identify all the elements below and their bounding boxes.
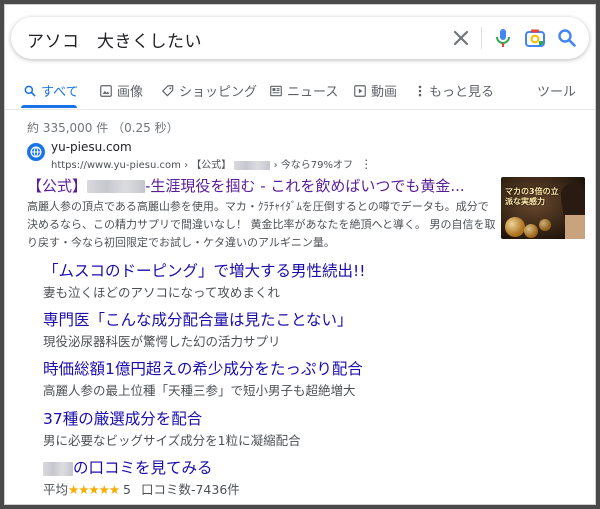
sitelink-desc: 高麗人参の最上位種「天種三参」で短小男子も超絶増大 bbox=[43, 383, 356, 398]
sitelink: 「ムスコのドーピング」で増大する男性続出!! 妻も泣くほどのアソコになって攻めま… bbox=[43, 259, 365, 301]
tab-label: ツール bbox=[537, 85, 577, 100]
news-icon bbox=[270, 85, 282, 96]
rating-label: 平均 bbox=[43, 482, 69, 497]
title-suffix: -生涯現役を掴む - これを飲めばいつでも黄金... bbox=[145, 177, 465, 195]
sitelink-title[interactable]: 専門医「こんな成分配合量は見たことない」 bbox=[43, 308, 353, 330]
tab-label: 画像 bbox=[117, 85, 144, 100]
tab-tools[interactable]: ツール bbox=[537, 81, 576, 100]
sitelink: 時価総額1億円超えの希少成分をたっぷり配合 高麗人参の最上位種「天種三参」で短小… bbox=[43, 357, 363, 399]
review-link[interactable]: の口コミを見てみる bbox=[43, 456, 240, 478]
ad-thumbnail[interactable]: マカの3倍の立派な実感力 bbox=[501, 177, 585, 239]
rating-value: 5 bbox=[123, 482, 131, 497]
tab-shopping[interactable]: ショッピング bbox=[161, 81, 257, 100]
review-count: 口コミ数-7436件 bbox=[140, 482, 240, 497]
sitelink-title[interactable]: 「ムスコのドーピング」で増大する男性続出!! bbox=[43, 259, 365, 281]
more-options-icon[interactable]: ⋮ bbox=[360, 157, 372, 171]
sitelink-title[interactable]: 37種の厳選成分を配合 bbox=[43, 407, 301, 429]
search-icon bbox=[24, 85, 36, 96]
rating-row: 平均★★★★★ 5 口コミ数-7436件 bbox=[43, 479, 240, 498]
tab-label: ショッピング bbox=[179, 85, 258, 100]
offer-text: 今なら79%オフ bbox=[280, 160, 354, 171]
breadcrumb-separator: › bbox=[273, 160, 278, 171]
active-tab-indicator bbox=[21, 105, 77, 108]
sitelink-desc: 妻も泣くほどのアソコになって攻めまくれ bbox=[43, 285, 280, 300]
image-icon bbox=[100, 84, 112, 97]
search-input[interactable]: アソコ 大きくしたい bbox=[27, 27, 202, 52]
tab-news[interactable]: ニュース bbox=[269, 81, 338, 100]
play-icon bbox=[354, 84, 366, 97]
ad-description: 高麗人参の頂点である高麗山参を使用。マカ・ｸﾗﾁｬｲﾀﾞﾑを圧倒するとの噂でデー… bbox=[27, 200, 496, 249]
browser-page: アソコ 大きくしたい すべて 画像 ショッピング ニュース 動画 もっと見る ツ… bbox=[4, 4, 596, 505]
search-icon[interactable] bbox=[555, 26, 579, 50]
sitelink-desc: 男に必要なビッグサイズ成分を1粒に凝縮配合 bbox=[43, 433, 301, 448]
tab-all[interactable]: すべて bbox=[23, 81, 79, 100]
result-stats: 約 335,000 件 （0.25 秒） bbox=[27, 121, 179, 135]
microphone-icon[interactable] bbox=[491, 26, 515, 50]
tab-more[interactable]: もっと見る bbox=[415, 81, 494, 100]
search-tabs: すべて 画像 ショッピング ニュース 動画 もっと見る ツール bbox=[5, 75, 595, 110]
breadcrumb-separator: › bbox=[184, 160, 189, 171]
tab-videos[interactable]: 動画 bbox=[353, 81, 397, 100]
divider bbox=[481, 27, 482, 49]
url-text: https://www.yu-piesu.com bbox=[51, 160, 181, 171]
ad-url: https://www.yu-piesu.com › 【公式】 › 今なら79%… bbox=[51, 156, 372, 171]
blurred-brand bbox=[234, 160, 271, 170]
more-vert-icon bbox=[418, 85, 422, 96]
tab-images[interactable]: 画像 bbox=[99, 81, 143, 100]
title-prefix: 【公式】 bbox=[27, 177, 88, 195]
breadcrumb-official: 【公式】 bbox=[191, 160, 232, 171]
tab-label: すべて bbox=[41, 85, 79, 100]
tab-label: ニュース bbox=[287, 85, 339, 100]
star-rating-icon: ★★★★★ bbox=[68, 482, 120, 497]
tab-label: もっと見る bbox=[429, 85, 495, 100]
globe-icon bbox=[27, 143, 45, 161]
blurred-brand bbox=[43, 461, 73, 476]
tab-label: 動画 bbox=[371, 85, 398, 100]
clear-icon[interactable] bbox=[449, 26, 473, 50]
camera-search-icon[interactable] bbox=[523, 26, 547, 50]
sitelink-title[interactable]: 時価総額1億円超えの希少成分をたっぷり配合 bbox=[43, 357, 363, 379]
sitelink: 専門医「こんな成分配合量は見たことない」 現役泌尿器科医が驚愕した幻の活力サプリ bbox=[43, 308, 353, 350]
blurred-brand bbox=[87, 180, 146, 193]
sitelink-desc: 現役泌尿器科医が驚愕した幻の活力サプリ bbox=[43, 334, 281, 349]
tag-icon bbox=[161, 84, 174, 96]
review-link-label: の口コミを見てみる bbox=[73, 459, 213, 477]
sitelink: 37種の厳選成分を配合 男に必要なビッグサイズ成分を1粒に凝縮配合 bbox=[43, 407, 301, 449]
thumbnail-caption: マカの3倍の立派な実感力 bbox=[505, 187, 559, 206]
search-box[interactable]: アソコ 大きくしたい bbox=[11, 17, 589, 59]
ad-title-link[interactable]: 【公式】 -生涯現役を掴む - これを飲めばいつでも黄金... bbox=[27, 175, 465, 196]
review-sitelink: の口コミを見てみる 平均★★★★★ 5 口コミ数-7436件 bbox=[43, 456, 240, 498]
site-name: yu-piesu.com bbox=[51, 140, 132, 154]
